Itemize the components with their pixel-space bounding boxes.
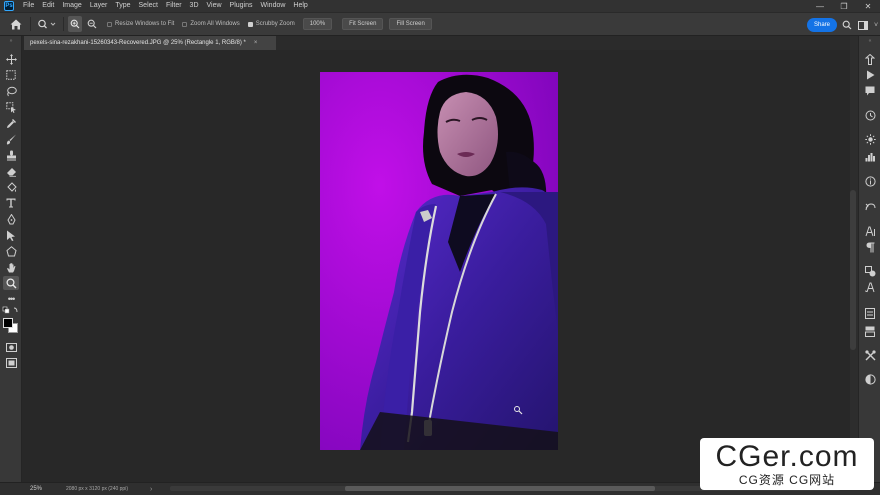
document-tab-bar: pexels-sina-rezakhani-15260343-Recovered… <box>24 36 850 50</box>
screen-mode-icon[interactable] <box>3 356 19 370</box>
menu-select[interactable]: Select <box>135 0 162 12</box>
status-menu-arrow[interactable]: › <box>150 486 152 493</box>
vertical-scrollbar[interactable] <box>850 190 856 350</box>
resize-windows-checkbox[interactable]: Resize Windows to Fit <box>107 21 174 27</box>
play-actions-icon[interactable] <box>862 68 878 82</box>
zoom-out-icon[interactable] <box>85 16 99 32</box>
menu-plugins[interactable]: Plugins <box>226 0 257 12</box>
scrubby-zoom-label: Scrubby Zoom <box>255 21 295 27</box>
eyedropper-tool-icon[interactable] <box>3 116 19 130</box>
portrait-photo <box>320 72 558 450</box>
quick-mask-icon[interactable] <box>3 340 19 354</box>
separator <box>30 17 31 31</box>
comments-icon[interactable] <box>862 84 878 98</box>
checkbox-box <box>182 21 188 27</box>
horizontal-scrollbar-thumb[interactable] <box>345 486 655 491</box>
chevron-down-icon[interactable]: ˅ <box>872 17 880 33</box>
foreground-color-swatch[interactable] <box>3 318 13 328</box>
fit-screen-button[interactable]: Fit Screen <box>342 18 384 30</box>
color-wheel-icon[interactable] <box>862 372 878 386</box>
paths-icon[interactable] <box>862 200 878 214</box>
menu-file[interactable]: File <box>19 0 38 12</box>
checkbox-box <box>107 21 112 27</box>
move-tool-icon[interactable] <box>3 52 19 66</box>
document-tab[interactable]: pexels-sina-rezakhani-15260343-Recovered… <box>24 36 276 50</box>
zoom-tool-preset-icon[interactable] <box>35 16 59 32</box>
close-window-button[interactable]: ✕ <box>856 0 880 12</box>
default-colors-icon[interactable] <box>2 306 20 314</box>
lasso-tool-icon[interactable] <box>3 84 19 98</box>
restore-button[interactable]: ❐ <box>832 0 856 12</box>
layer-comps-icon[interactable] <box>862 324 878 338</box>
fill-screen-button[interactable]: Fill Screen <box>389 18 432 30</box>
pen-tool-icon[interactable] <box>3 212 19 226</box>
tools-crossed-icon[interactable] <box>862 348 878 362</box>
document-canvas-image[interactable] <box>320 72 558 450</box>
photoshop-logo: Ps <box>4 1 14 11</box>
menu-3d[interactable]: 3D <box>186 0 203 12</box>
menu-bar: Ps File Edit Image Layer Type Select Fil… <box>0 0 880 12</box>
zoom-all-windows-checkbox[interactable]: Zoom All Windows <box>182 21 240 27</box>
menu-filter[interactable]: Filter <box>162 0 186 12</box>
eraser-tool-icon[interactable] <box>3 164 19 178</box>
path-selection-tool-icon[interactable] <box>3 228 19 242</box>
color-swatches[interactable] <box>3 318 19 334</box>
more-tools-icon[interactable]: ••• <box>3 292 19 306</box>
hand-tool-icon[interactable] <box>3 260 19 274</box>
minimize-button[interactable]: — <box>808 0 832 12</box>
glyphs-icon[interactable] <box>862 264 878 278</box>
workspace-icon[interactable] <box>856 17 870 33</box>
window-controls: — ❐ ✕ <box>808 0 880 12</box>
close-tab-icon[interactable]: × <box>254 40 258 46</box>
tools-panel: » ••• <box>0 36 22 482</box>
panel-expand-icon[interactable]: « <box>862 38 878 44</box>
stamp-tool-icon[interactable] <box>3 148 19 162</box>
document-tab-title: pexels-sina-rezakhani-15260343-Recovered… <box>30 40 246 46</box>
share-button[interactable]: Share <box>807 18 837 32</box>
checkbox-box-checked <box>247 21 253 27</box>
zoom-in-icon[interactable] <box>68 16 82 32</box>
scrubby-zoom-checkbox[interactable]: Scrubby Zoom <box>247 21 295 27</box>
type-tool-icon[interactable] <box>3 196 19 210</box>
zoom-level[interactable]: 25% <box>30 486 56 492</box>
menu-edit[interactable]: Edit <box>38 0 58 12</box>
watermark-sub-text: CG资源 CG网站 <box>738 472 836 487</box>
character-styles-icon[interactable] <box>862 280 878 294</box>
options-bar: Resize Windows to Fit Zoom All Windows S… <box>0 12 880 36</box>
watermark: CGer.com CG资源 CG网站 <box>700 438 874 490</box>
separator <box>63 17 64 31</box>
shape-tool-icon[interactable] <box>3 244 19 258</box>
menu-layer[interactable]: Layer <box>86 0 112 12</box>
menu-window[interactable]: Window <box>257 0 290 12</box>
panel-collapse-icon[interactable]: » <box>3 38 19 44</box>
search-icon[interactable] <box>840 17 854 33</box>
history-icon[interactable] <box>862 108 878 122</box>
home-icon[interactable] <box>6 16 26 32</box>
right-panel-dock: « <box>858 36 880 482</box>
brightness-icon[interactable] <box>862 132 878 146</box>
paint-bucket-tool-icon[interactable] <box>3 180 19 194</box>
menu-view[interactable]: View <box>203 0 226 12</box>
zoom-all-label: Zoom All Windows <box>190 21 240 27</box>
character-icon[interactable] <box>862 224 878 238</box>
menu-image[interactable]: Image <box>58 0 85 12</box>
document-info[interactable]: 2080 px x 3120 px (240 ppi) <box>66 486 128 492</box>
menu-type[interactable]: Type <box>111 0 134 12</box>
object-selection-tool-icon[interactable] <box>3 100 19 114</box>
zoom-100-button[interactable]: 100% <box>302 18 333 30</box>
adjust-panel-icon[interactable] <box>862 52 878 66</box>
libraries-icon[interactable] <box>862 306 878 320</box>
resize-windows-label: Resize Windows to Fit <box>115 21 175 27</box>
info-icon[interactable] <box>862 174 878 188</box>
brush-tool-icon[interactable] <box>3 132 19 146</box>
menu-help[interactable]: Help <box>289 0 311 12</box>
histogram-icon[interactable] <box>862 150 878 164</box>
marquee-tool-icon[interactable] <box>3 68 19 82</box>
paragraph-icon[interactable] <box>862 240 878 254</box>
zoom-tool-icon[interactable] <box>3 276 19 290</box>
watermark-main-text: CGer.com <box>715 439 859 473</box>
